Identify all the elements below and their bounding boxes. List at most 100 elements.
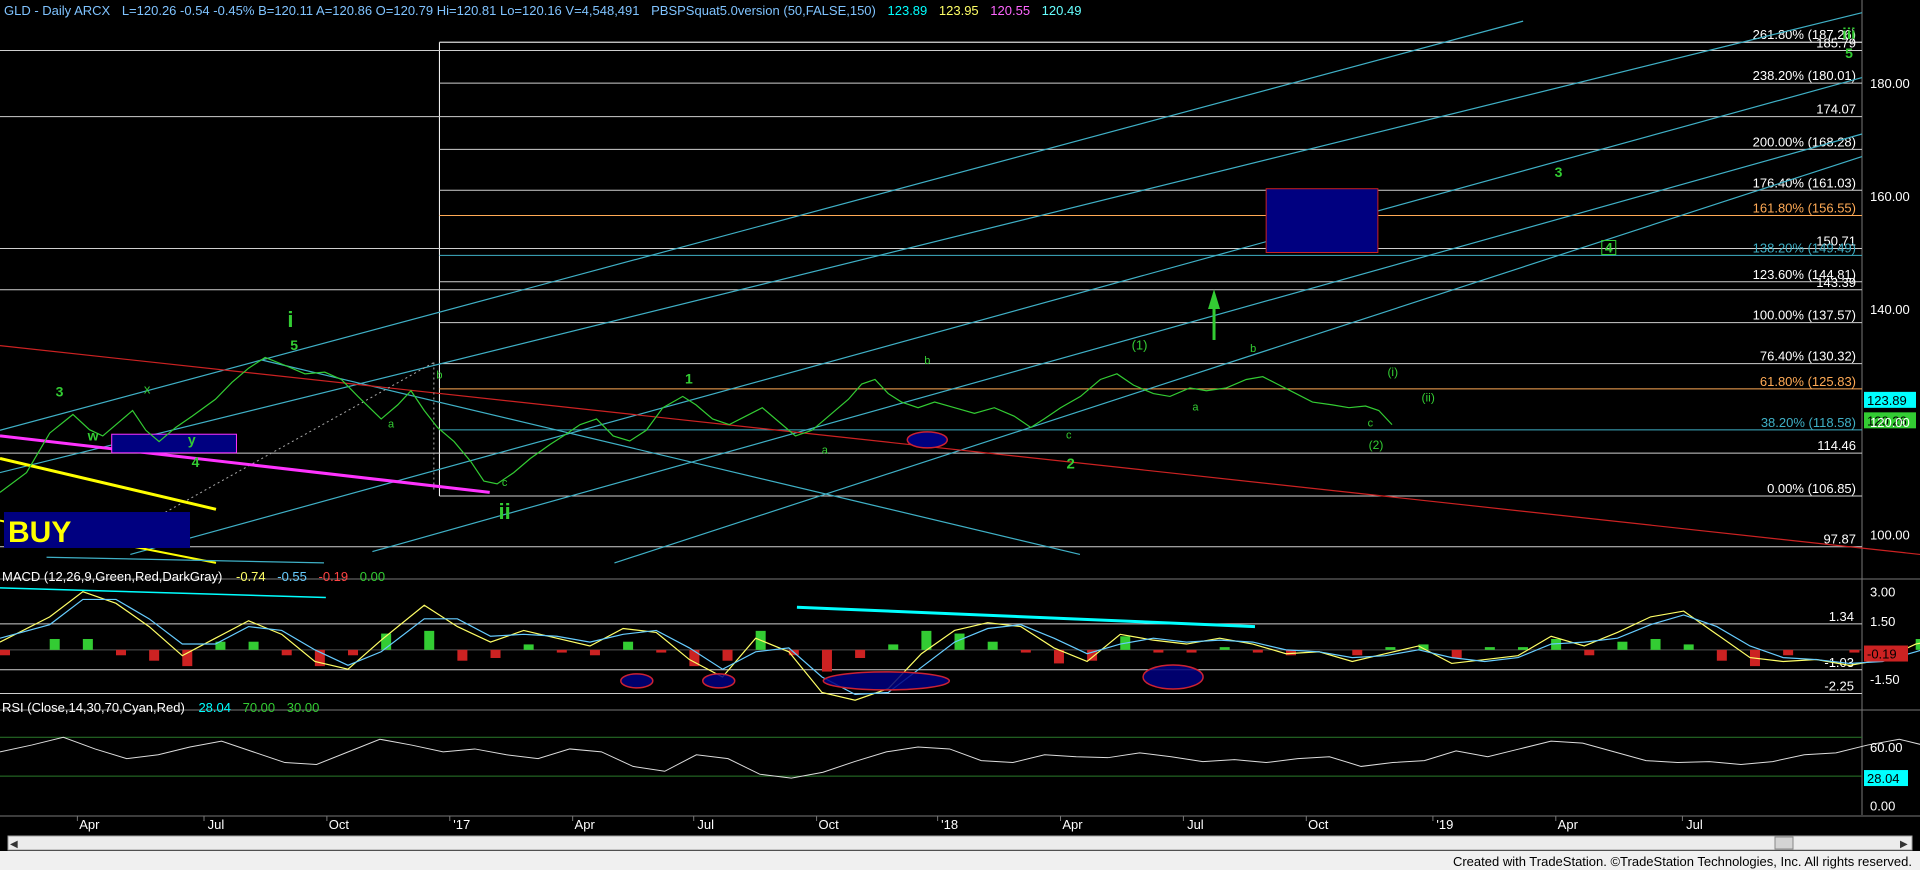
macd-hist-bar — [1153, 649, 1164, 653]
scroll-left-arrow-icon[interactable]: ◀ — [10, 839, 18, 850]
price-y-tick-0: 100.00 — [1870, 528, 1910, 543]
x-axis-label-8: Apr — [1062, 817, 1083, 832]
scrollbar-track[interactable] — [7, 835, 1913, 851]
x-axis-label-1: Jul — [208, 817, 225, 832]
macd-level-label-0: 1.34 — [1829, 609, 1854, 624]
price-y-tick-4: 180.00 — [1870, 76, 1910, 91]
macd-hist-bar — [1451, 649, 1462, 658]
study-value-1: 123.89 — [888, 3, 928, 18]
macd-hist-bar — [49, 638, 60, 650]
horizontal-scrollbar[interactable]: ◀ ▶ — [7, 835, 1913, 851]
target-box-wave3 — [1265, 188, 1379, 254]
macd-hist-bar — [1849, 649, 1860, 653]
rsi-y-tick-0: 60.00 — [1870, 740, 1903, 755]
symbol-label: GLD - Daily ARCX — [4, 3, 111, 18]
wave-label-17: a — [1192, 402, 1199, 414]
macd-hist-bar — [424, 630, 435, 650]
wave-label-19: (i) — [1387, 365, 1398, 379]
macd-hist-bar — [490, 649, 501, 658]
fib-level-label-11: 100.00% (137.57) — [1753, 308, 1856, 323]
macd-hist-bar — [1186, 649, 1197, 653]
fib-level-label-3: 174.07 — [1816, 102, 1856, 117]
macd-hist-bar — [149, 649, 160, 661]
macd-y-tick-0: 3.00 — [1870, 585, 1895, 600]
scrollbar-thumb[interactable] — [1774, 836, 1794, 850]
macd-hist-bar — [82, 638, 93, 650]
fib-level-label-4: 200.00% (168.28) — [1753, 134, 1856, 149]
scroll-right-arrow-icon[interactable]: ▶ — [1900, 839, 1908, 850]
wave-label-25: iii — [1842, 26, 1855, 43]
macd-hist-bar — [1020, 649, 1031, 653]
macd-oval-0 — [620, 673, 654, 689]
macd-hist-bar — [182, 649, 193, 667]
macd-oval-2 — [822, 671, 951, 691]
macd-hist-bar — [821, 649, 832, 672]
wave-label-11: 1 — [685, 370, 693, 386]
macd-legend-value-3: -0.19 — [319, 569, 349, 584]
wave-label-4: 4 — [192, 454, 200, 470]
wave-label-1: w — [87, 427, 99, 443]
macd-y-tick-2: -1.50 — [1870, 672, 1900, 687]
x-axis-label-12: Apr — [1558, 817, 1579, 832]
wave-label-22: (2) — [1369, 438, 1384, 452]
wave-label-2: x — [144, 382, 151, 397]
rsi-legend-label: RSI (Close,14,30,70,Cyan,Red) — [2, 700, 185, 715]
macd-oval-1 — [701, 673, 736, 689]
wave-label-15: 2 — [1066, 456, 1074, 473]
price-y-tick-1: 120.00 — [1870, 415, 1910, 430]
macd-legend-value-1: -0.74 — [236, 569, 266, 584]
wave-label-26: 5 — [1845, 45, 1853, 61]
wave-label-7: a — [388, 418, 395, 430]
macd-hist-bar — [656, 649, 667, 653]
wave-label-16: (1) — [1132, 338, 1148, 353]
rsi-legend: RSI (Close,14,30,70,Cyan,Red) 28.04 70.0… — [2, 700, 319, 715]
title-bar: GLD - Daily ARCX L=120.26 -0.54 -0.45% B… — [4, 3, 1081, 18]
canvas-bg — [0, 0, 1920, 851]
macd-hist-bar — [1716, 649, 1727, 661]
wave-label-23: 3 — [1555, 164, 1563, 180]
macd-hist-bar — [1517, 647, 1528, 650]
macd-hist-bar — [457, 649, 468, 661]
macd-hist-bar — [281, 649, 292, 656]
x-axis-label-0: Apr — [79, 817, 100, 832]
x-axis-label-5: Jul — [697, 817, 714, 832]
macd-tag: -0.19 — [1867, 647, 1897, 662]
wave-label-6: 5 — [290, 337, 298, 353]
macd-hist-bar — [1650, 638, 1661, 650]
macd-hist-bar — [888, 644, 899, 650]
quote-label: L=120.26 -0.54 -0.45% B=120.11 A=120.86 … — [122, 3, 640, 18]
buy-box: BUY — [4, 512, 190, 549]
macd-legend: MACD (12,26,9,Green,Red,DarkGray) -0.74 … — [2, 569, 385, 584]
macd-hist-bar — [987, 641, 998, 650]
macd-hist-bar — [1484, 647, 1495, 650]
study-value-4: 120.49 — [1042, 3, 1082, 18]
macd-hist-bar — [1252, 649, 1263, 653]
fib-level-label-2: 238.20% (180.01) — [1753, 68, 1856, 83]
macd-hist-bar — [1219, 647, 1230, 650]
price-y-tick-3: 160.00 — [1870, 189, 1910, 204]
rsi-legend-value-1: 28.04 — [198, 700, 231, 715]
rsi-legend-value-2: 70.00 — [243, 700, 276, 715]
svg-text:RSI (Close,14,30,70,Cyan,Red): RSI (Close,14,30,70,Cyan,Red) 28.04 70.0… — [2, 700, 319, 715]
study-value-2: 123.95 — [939, 3, 979, 18]
wave-label-20: (ii) — [1421, 390, 1434, 404]
buy-label: BUY — [8, 516, 71, 549]
macd-hist-bar — [556, 649, 567, 653]
wave-label-10: ii — [498, 499, 510, 524]
wave-label-8: b — [436, 369, 442, 381]
macd-legend-value-2: -0.55 — [277, 569, 307, 584]
macd-y-tick-1: 1.50 — [1870, 614, 1895, 629]
fib-level-label-5: 176.40% (161.03) — [1753, 175, 1856, 190]
macd-hist-bar — [523, 644, 534, 650]
target-box-small — [111, 433, 237, 454]
x-axis-label-10: Oct — [1308, 817, 1329, 832]
chart-background — [0, 0, 1920, 851]
x-axis-label-9: Jul — [1187, 817, 1204, 832]
footer: Created with TradeStation. ©TradeStation… — [0, 851, 1920, 870]
fib-level-label-15: 114.46 — [1817, 438, 1856, 453]
macd-hist-bar — [1617, 641, 1628, 650]
fib-level-label-13: 61.80% (125.83) — [1760, 374, 1856, 389]
fib-level-label-14: 38.20% (118.58) — [1761, 415, 1856, 430]
fib-level-label-12: 76.40% (130.32) — [1760, 349, 1856, 364]
wave-label-5: i — [287, 307, 293, 332]
